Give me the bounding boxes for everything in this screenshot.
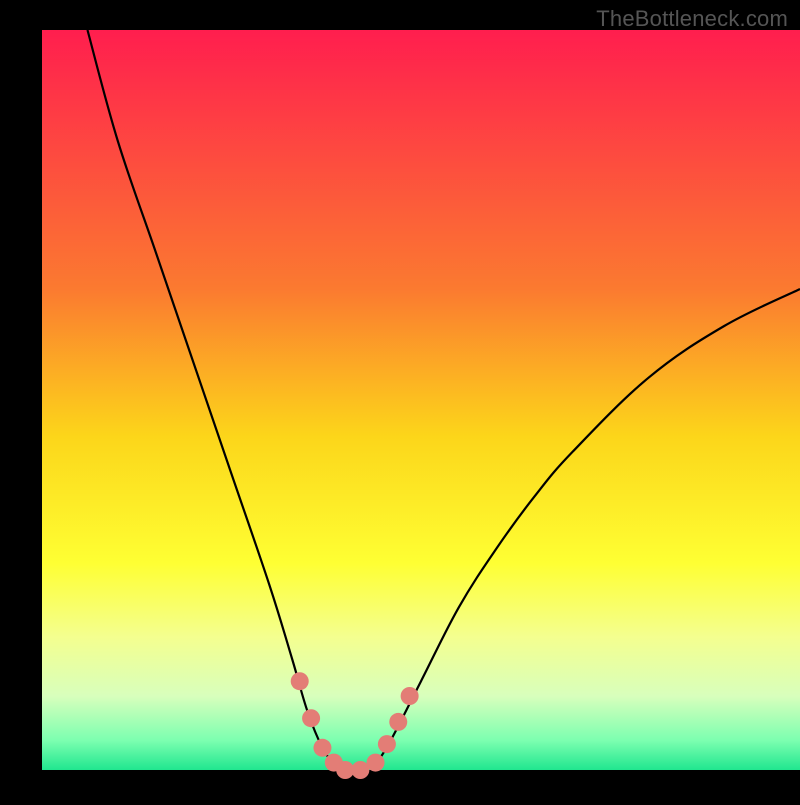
plot-background [42,30,800,770]
chart-svg [0,0,800,800]
curve-marker [367,754,385,772]
curve-marker [291,672,309,690]
curve-marker [302,709,320,727]
curve-marker [313,739,331,757]
curve-marker [378,735,396,753]
bottleneck-chart [0,0,800,800]
watermark-text: TheBottleneck.com [596,6,788,32]
curve-marker [389,713,407,731]
curve-marker [401,687,419,705]
